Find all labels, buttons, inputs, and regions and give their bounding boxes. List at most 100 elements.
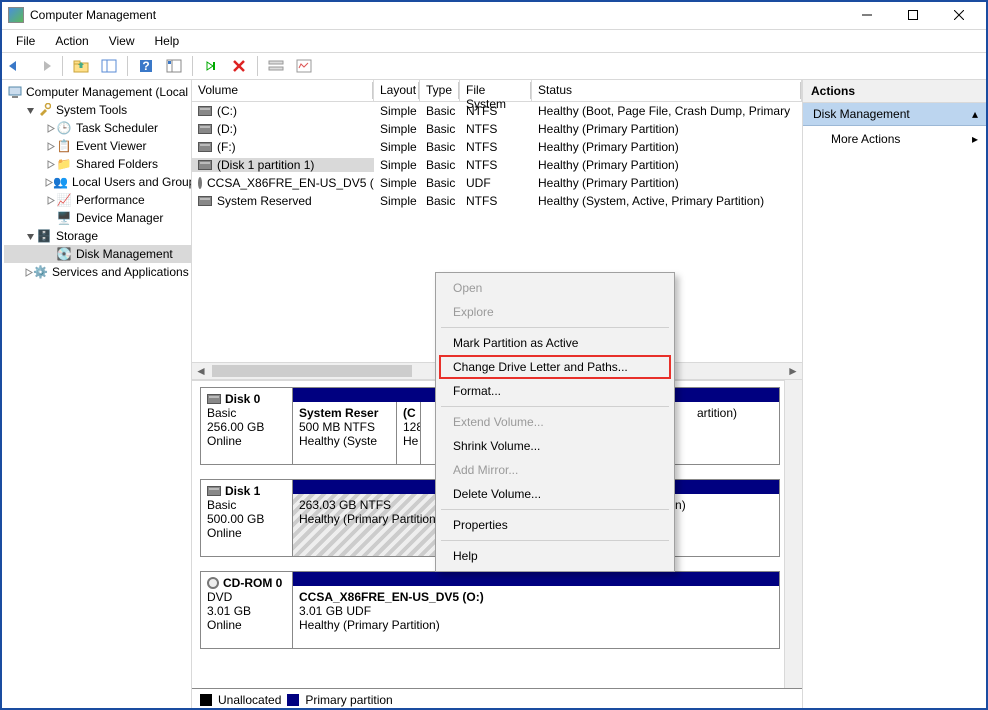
maximize-button[interactable]	[890, 0, 936, 30]
menu-help[interactable]: Help	[147, 32, 188, 50]
delete-icon[interactable]	[227, 54, 251, 78]
ctx-change-drive-letter[interactable]: Change Drive Letter and Paths...	[439, 355, 671, 379]
partition-title: System Reser	[299, 406, 390, 420]
volume-row[interactable]: (D:)SimpleBasicNTFSHealthy (Primary Part…	[192, 120, 802, 138]
volume-layout: Simple	[374, 122, 420, 136]
properties-icon[interactable]	[162, 54, 186, 78]
tree-root[interactable]: Computer Management (Local	[4, 83, 191, 101]
actions-group[interactable]: Disk Management ▴	[803, 103, 988, 126]
partition-size: 128	[403, 420, 414, 434]
menu-view[interactable]: View	[101, 32, 143, 50]
disk-state: Online	[207, 618, 286, 632]
tree-disk-management[interactable]: 💽Disk Management	[4, 245, 191, 263]
partition-title: CCSA_X86FRE_EN-US_DV5 (O:)	[299, 590, 567, 604]
volume-row[interactable]: (F:)SimpleBasicNTFSHealthy (Primary Part…	[192, 138, 802, 156]
tree-local-users[interactable]: 👥 Local Users and Groups	[4, 173, 191, 191]
volume-row[interactable]: System ReservedSimpleBasicNTFSHealthy (S…	[192, 192, 802, 210]
ctx-shrink[interactable]: Shrink Volume...	[439, 434, 671, 458]
partition[interactable]: System Reser500 MB NTFSHealthy (Syste	[293, 402, 397, 464]
partition-title: (C	[403, 406, 414, 420]
volume-fs: NTFS	[460, 122, 532, 136]
chevron-right-icon[interactable]	[44, 160, 56, 169]
volume-layout: Simple	[374, 176, 420, 190]
tree-services[interactable]: ⚙️ Services and Applications	[4, 263, 191, 281]
list-settings-icon[interactable]	[264, 54, 288, 78]
ctx-mark-active[interactable]: Mark Partition as Active	[439, 331, 671, 355]
actions-more[interactable]: More Actions ▸	[803, 126, 988, 152]
tree-label: Local Users and Groups	[72, 175, 192, 189]
tree-device-manager[interactable]: 🖥️Device Manager	[4, 209, 191, 227]
partition[interactable]: CCSA_X86FRE_EN-US_DV5 (O:)3.01 GB UDFHea…	[293, 586, 573, 648]
partition[interactable]: (C128He	[397, 402, 421, 464]
disk-state: Online	[207, 434, 286, 448]
col-type[interactable]: Type	[420, 80, 460, 101]
chevron-down-icon[interactable]	[24, 106, 36, 115]
col-volume[interactable]: Volume	[192, 80, 374, 101]
disk-state: Online	[207, 526, 286, 540]
minimize-button[interactable]	[844, 0, 890, 30]
volume-name: (D:)	[217, 122, 237, 136]
tree-label: Event Viewer	[76, 139, 146, 153]
col-layout[interactable]: Layout	[374, 80, 420, 101]
clock-icon: 🕒	[56, 120, 72, 136]
scroll-right-icon[interactable]: ►	[784, 363, 802, 379]
chevron-right-icon[interactable]	[44, 142, 56, 151]
cd-icon	[198, 177, 202, 189]
volume-layout: Simple	[374, 104, 420, 118]
forward-button[interactable]	[32, 54, 56, 78]
perf-icon: 📈	[56, 192, 72, 208]
legend-unallocated-swatch	[200, 694, 212, 706]
tree-label: Shared Folders	[76, 157, 158, 171]
chevron-down-icon[interactable]	[24, 232, 36, 241]
tree-event-viewer[interactable]: 📋Event Viewer	[4, 137, 191, 155]
close-button[interactable]	[936, 0, 982, 30]
disk-type: Basic	[207, 498, 286, 512]
tree-performance[interactable]: 📈Performance	[4, 191, 191, 209]
ctx-properties[interactable]: Properties	[439, 513, 671, 537]
menu-file[interactable]: File	[8, 32, 43, 50]
chevron-right-icon[interactable]	[24, 268, 33, 277]
volume-row[interactable]: (Disk 1 partition 1)SimpleBasicNTFSHealt…	[192, 156, 802, 174]
volume-name: System Reserved	[217, 194, 312, 208]
back-button[interactable]	[4, 54, 28, 78]
chevron-right-icon[interactable]	[44, 196, 56, 205]
scroll-left-icon[interactable]: ◄	[192, 363, 210, 379]
users-icon: 👥	[53, 174, 68, 190]
volume-layout: Simple	[374, 158, 420, 172]
volume-status: Healthy (Boot, Page File, Crash Dump, Pr…	[532, 104, 802, 118]
chevron-right-icon[interactable]	[44, 124, 56, 133]
partition-size: 3.01 GB UDF	[299, 604, 567, 618]
col-filesystem[interactable]: File System	[460, 80, 532, 101]
folder-up-icon[interactable]	[69, 54, 93, 78]
vertical-scrollbar[interactable]	[784, 380, 802, 688]
menubar: File Action View Help	[0, 30, 988, 52]
chevron-right-icon[interactable]	[44, 178, 53, 187]
volume-type: Basic	[420, 104, 460, 118]
tree-storage[interactable]: 🗄️ Storage	[4, 227, 191, 245]
nav-tree: Computer Management (Local System Tools …	[0, 80, 192, 710]
tools-icon	[36, 102, 52, 118]
help-icon[interactable]: ?	[134, 54, 158, 78]
show-hide-tree-icon[interactable]	[97, 54, 121, 78]
toolbar: ?	[0, 52, 988, 80]
settings-icon[interactable]	[292, 54, 316, 78]
legend-primary-swatch	[287, 694, 299, 706]
refresh-icon[interactable]	[199, 54, 223, 78]
ctx-help[interactable]: Help	[439, 544, 671, 568]
tree-shared-folders[interactable]: 📁Shared Folders	[4, 155, 191, 173]
ctx-delete[interactable]: Delete Volume...	[439, 482, 671, 506]
tree-system-tools[interactable]: System Tools	[4, 101, 191, 119]
ctx-separator	[441, 406, 669, 407]
app-icon	[8, 7, 24, 23]
ctx-open: Open	[439, 276, 671, 300]
volume-type: Basic	[420, 194, 460, 208]
partition-size: 500 MB NTFS	[299, 420, 390, 434]
volume-row[interactable]: CCSA_X86FRE_EN-US_DV5 (O:)SimpleBasicUDF…	[192, 174, 802, 192]
menu-action[interactable]: Action	[47, 32, 96, 50]
col-status[interactable]: Status	[532, 80, 802, 101]
disk: CD-ROM 0DVD3.01 GBOnlineCCSA_X86FRE_EN-U…	[200, 571, 780, 649]
tree-task-scheduler[interactable]: 🕒Task Scheduler	[4, 119, 191, 137]
disk-icon	[198, 142, 212, 152]
ctx-format[interactable]: Format...	[439, 379, 671, 403]
scroll-thumb[interactable]	[212, 365, 412, 377]
